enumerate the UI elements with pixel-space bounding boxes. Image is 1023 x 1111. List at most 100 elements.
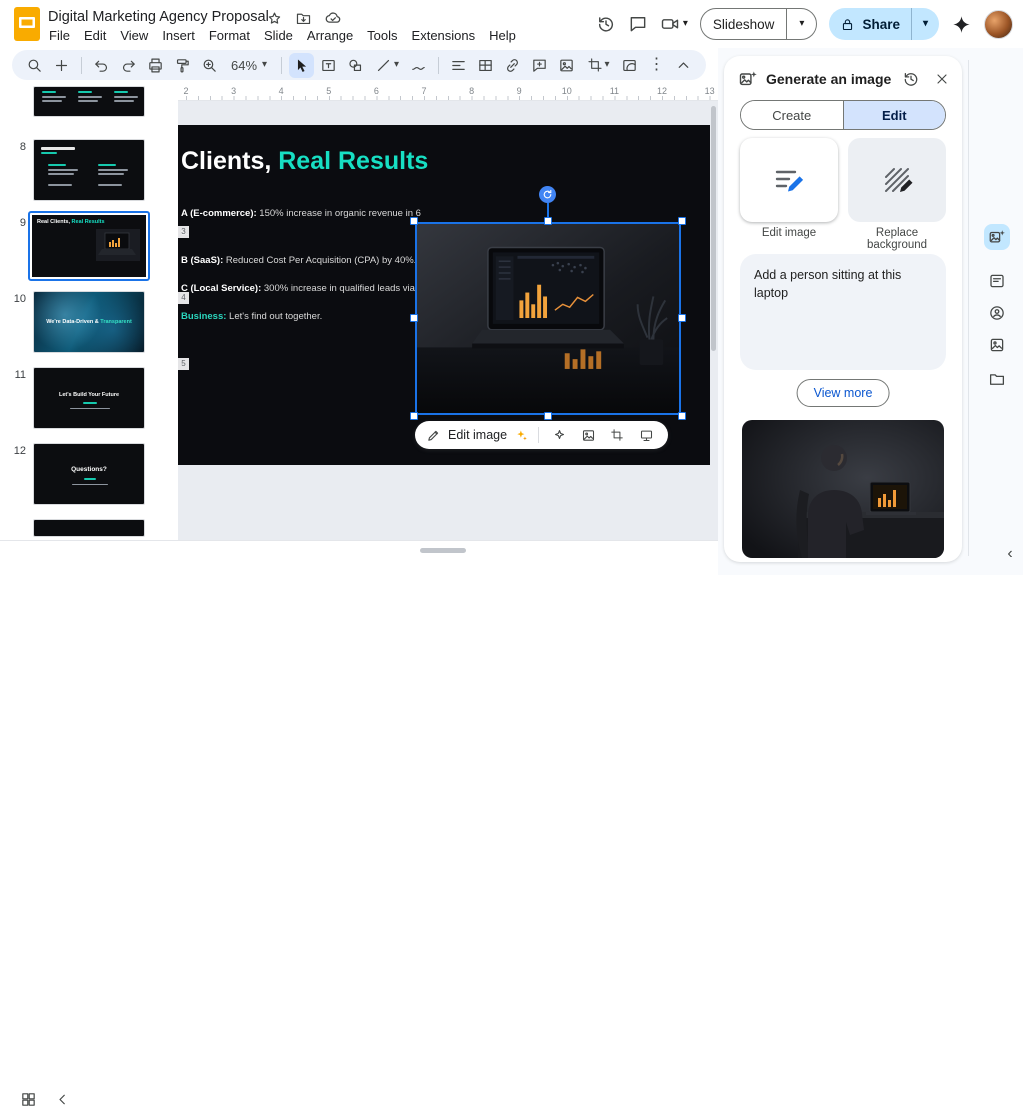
mask-image-button[interactable] [617,53,642,78]
menu-arrange[interactable]: Arrange [300,26,360,45]
selection-handle[interactable] [544,217,552,225]
generated-image-thumbnail[interactable] [742,420,944,558]
slide-thumbnail-7-partial[interactable] [33,86,145,117]
insert-image-button[interactable] [554,53,579,78]
present-image-icon[interactable] [635,424,657,446]
collapse-toolbar-button[interactable] [671,53,696,78]
rail-folder-button[interactable] [984,366,1010,392]
selection-handle[interactable] [678,217,686,225]
selection-handle[interactable] [410,217,418,225]
vertical-ruler-number: 5 [178,358,189,370]
magic-effects-icon[interactable] [548,424,570,446]
slide-thumbnail-9-selected[interactable]: Real Clients, Real Results [28,211,150,281]
menu-insert[interactable]: Insert [155,26,202,45]
more-options-button[interactable]: ⋮ [644,53,669,78]
share-dropdown[interactable]: ▾ [912,8,939,40]
selection-handle[interactable] [678,412,686,420]
slide-thumbnail-10[interactable]: We're Data-Driven & Transparent [33,291,145,353]
selection-handle[interactable] [678,314,686,322]
menu-format[interactable]: Format [202,26,257,45]
align-button[interactable] [446,53,471,78]
rail-contacts-button[interactable] [984,300,1010,326]
cloud-status-icon[interactable] [324,9,342,27]
slides-logo[interactable] [14,7,40,46]
paint-format-button[interactable] [170,53,195,78]
menu-extensions[interactable]: Extensions [405,26,483,45]
slide-bullet[interactable]: B (SaaS): Reduced Cost Per Acquisition (… [181,255,416,266]
version-history-button[interactable] [596,14,616,34]
share-button[interactable]: Share [829,8,911,40]
zoom-level-dropdown[interactable]: 64% ▾ [224,53,274,78]
comments-button[interactable] [628,14,648,34]
undo-button[interactable] [89,53,114,78]
chevron-down-icon: ▾ [394,59,400,70]
menu-edit[interactable]: Edit [77,26,113,45]
prompt-suggestion-box[interactable]: Add a person sitting at this laptop [740,254,946,370]
redo-button[interactable] [116,53,141,78]
star-icon[interactable] [266,10,283,27]
selection-handle[interactable] [410,314,418,322]
menu-tools[interactable]: Tools [360,26,404,45]
slide-title[interactable]: Clients, Real Results [181,147,428,176]
menu-help[interactable]: Help [482,26,523,45]
slide-number: 12 [13,445,26,457]
chevron-down-icon: ▾ [604,59,610,70]
select-tool-button[interactable] [289,52,315,78]
view-more-button[interactable]: View more [796,379,890,407]
new-slide-button[interactable] [49,53,74,78]
crop-icon[interactable] [606,424,628,446]
tab-create[interactable]: Create [741,101,843,129]
selection-handle[interactable] [544,412,552,420]
panel-tabs: Create Edit [740,100,946,130]
rail-image-generator-button[interactable] [984,224,1010,250]
selection-handle[interactable] [410,412,418,420]
replace-background-icon [885,168,913,192]
move-folder-icon[interactable] [295,10,312,27]
rotate-handle[interactable] [539,186,556,203]
mode-card-edit-image[interactable] [740,138,838,222]
slide-thumbnail-13-partial[interactable] [33,519,145,537]
insert-link-button[interactable] [500,53,525,78]
mode-card-replace-background[interactable] [848,138,946,222]
gemini-button[interactable] [951,14,972,35]
text-box-button[interactable] [316,53,341,78]
rail-photos-button[interactable] [984,332,1010,358]
slideshow-dropdown[interactable]: ▾ [787,9,816,39]
menu-file[interactable]: File [42,26,77,45]
meet-button[interactable]: ▾ [660,14,688,34]
menu-view[interactable]: View [113,26,155,45]
collapse-panel-button[interactable]: ‹ [1000,544,1020,564]
vertical-scrollbar[interactable] [711,106,716,351]
slide-bullet[interactable]: A (E-commerce): 150% increase in organic… [181,208,421,219]
slide-thumbnail-11[interactable]: Let's Build Your Future [33,367,145,429]
grid-view-button[interactable] [16,1087,40,1111]
slide-bullet[interactable]: Business: Let's find out together. [181,311,322,322]
slideshow-button[interactable]: Slideshow [701,9,787,39]
edit-image-button[interactable]: Edit image [448,428,507,442]
shapes-button[interactable] [343,53,368,78]
slide-bullet[interactable]: C (Local Service): 300% increase in qual… [181,283,415,294]
panel-history-button[interactable] [902,70,920,88]
rail-cards-button[interactable] [984,268,1010,294]
video-camera-icon [661,19,679,29]
print-button[interactable] [143,53,168,78]
chevron-down-icon: ▾ [799,18,805,29]
selected-image[interactable] [410,186,686,420]
close-panel-button[interactable] [934,71,950,87]
menu-slide[interactable]: Slide [257,26,300,45]
collapse-filmstrip-button[interactable] [50,1087,74,1111]
search-menus-button[interactable] [22,53,47,78]
zoom-in-button[interactable] [197,53,222,78]
table-button[interactable] [473,53,498,78]
add-comment-button[interactable] [527,53,552,78]
tab-edit[interactable]: Edit [842,101,945,129]
crop-button[interactable]: ▾ [581,53,615,78]
avatar[interactable] [984,9,1013,39]
replace-image-icon[interactable] [577,424,599,446]
slide-thumbnail-8[interactable] [33,139,145,201]
document-title[interactable]: Digital Marketing Agency Proposal [48,9,269,25]
pen-tool-button[interactable] [406,53,431,78]
horizontal-scrollbar[interactable] [420,548,466,553]
slide-thumbnail-12[interactable]: Questions? [33,443,145,505]
line-tool-button[interactable]: ▾ [370,53,404,78]
